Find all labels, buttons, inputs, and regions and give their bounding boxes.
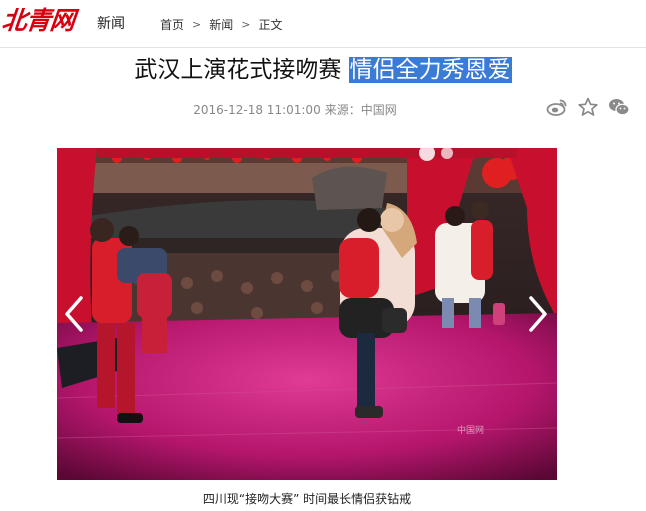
channel-name[interactable]: 新闻 bbox=[97, 13, 125, 33]
site-header: 北青网 新闻 首页 > 新闻 > 正文 bbox=[0, 0, 646, 48]
breadcrumb-home-link[interactable]: 首页 bbox=[160, 16, 184, 33]
star-icon[interactable] bbox=[577, 97, 599, 117]
kissing-contest-photo: 中国网 bbox=[57, 148, 557, 480]
article-meta: 2016-12-18 11:01:00 来源：中国网 bbox=[0, 101, 590, 118]
article-title-main: 武汉上演花式接吻赛 bbox=[134, 57, 342, 83]
source-name[interactable]: 中国网 bbox=[361, 103, 397, 117]
breadcrumb-news-link[interactable]: 新闻 bbox=[209, 16, 233, 33]
share-bar bbox=[546, 97, 630, 117]
publish-date: 2016-12-18 11:01:00 bbox=[193, 103, 321, 117]
photo-watermark: 中国网 bbox=[457, 424, 484, 436]
breadcrumb-current: 正文 bbox=[258, 18, 283, 32]
source-label: 来源： bbox=[324, 103, 361, 117]
photo-caption: 四川现“接吻大赛” 时间最长情侣获钻戒 bbox=[202, 492, 412, 506]
weibo-icon[interactable] bbox=[546, 97, 568, 117]
prev-photo-arrow[interactable] bbox=[62, 290, 86, 338]
article-title-highlight: 情侣全力秀恩爱 bbox=[348, 57, 512, 83]
breadcrumb-separator: > bbox=[241, 18, 251, 31]
gallery-photo[interactable]: 中国网 bbox=[57, 148, 557, 480]
site-logo[interactable]: 北青网 bbox=[0, 4, 76, 38]
article-title: 武汉上演花式接吻赛 情侣全力秀恩爱 bbox=[0, 53, 646, 87]
breadcrumb-separator: > bbox=[192, 18, 202, 31]
wechat-icon[interactable] bbox=[608, 97, 630, 117]
breadcrumb: 首页 > 新闻 > 正文 bbox=[160, 16, 282, 33]
next-photo-arrow[interactable] bbox=[526, 290, 550, 338]
